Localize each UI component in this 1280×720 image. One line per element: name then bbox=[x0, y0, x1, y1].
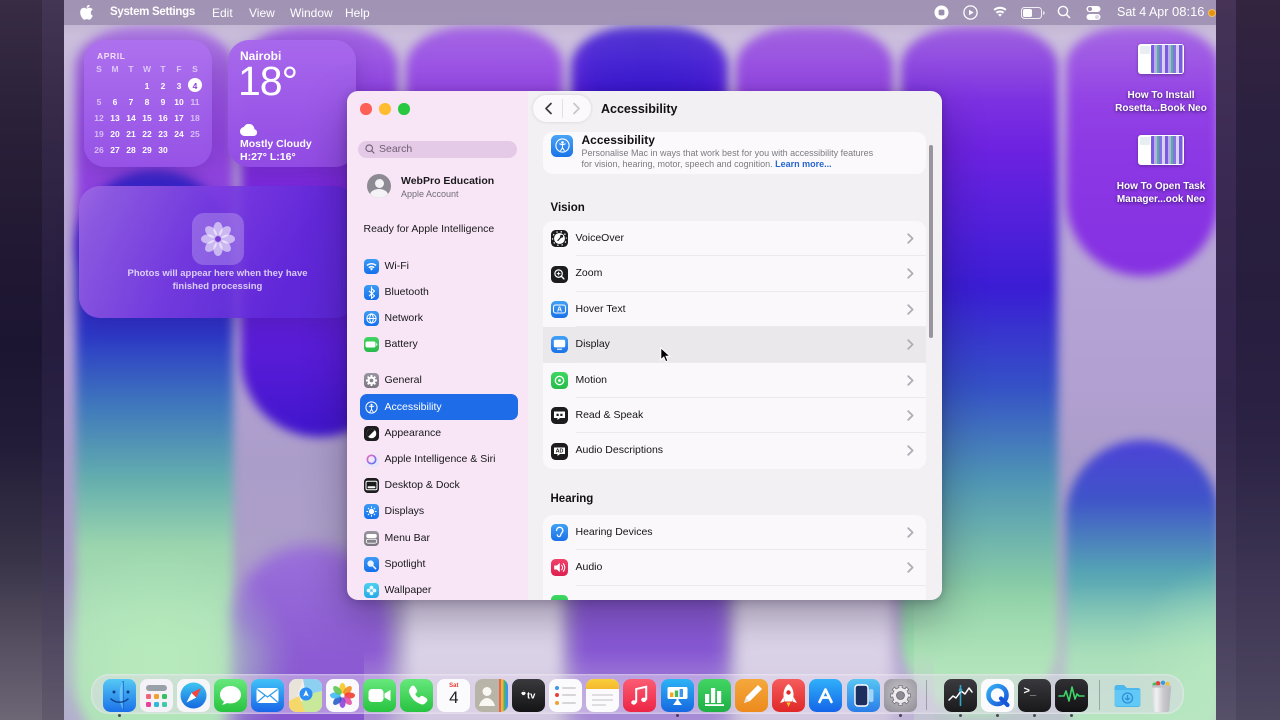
svg-text:AD: AD bbox=[555, 448, 563, 454]
svg-text:A: A bbox=[556, 307, 561, 314]
svg-text:tv: tv bbox=[527, 690, 536, 701]
